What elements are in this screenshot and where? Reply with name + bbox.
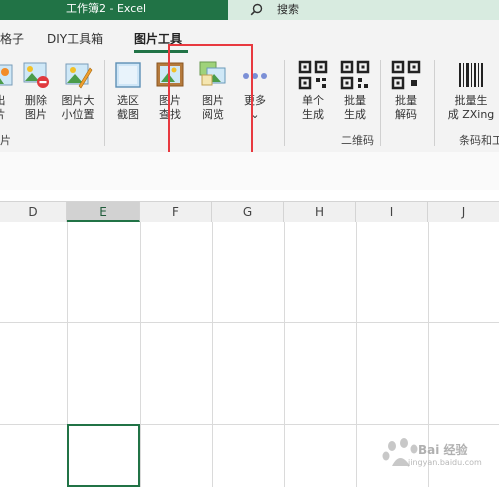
column-header-e[interactable]: E	[67, 202, 140, 222]
group-label-barcode: 条码和工	[459, 134, 499, 147]
highlight-box	[168, 44, 253, 155]
column-header-i[interactable]: I	[356, 202, 428, 222]
watermark-url: jingyan.baidu.com	[408, 458, 482, 467]
picture-resize-icon	[63, 60, 93, 90]
window-title: 工作簿2 - Excel	[66, 2, 147, 15]
gridline	[284, 222, 285, 487]
column-header-g[interactable]: G	[212, 202, 284, 222]
gridline	[140, 222, 141, 487]
barcode-icon	[456, 60, 486, 90]
sheet-top-strip	[0, 190, 499, 201]
tab-gezi[interactable]: 格子	[0, 31, 24, 47]
barcode-batch-generate-button[interactable]: 批量生 成 ZXing	[441, 60, 499, 122]
delete-picture-icon	[21, 60, 51, 90]
column-header-row: D E F G H I J	[0, 201, 499, 223]
column-header-f[interactable]: F	[140, 202, 212, 222]
search-icon[interactable]	[250, 3, 263, 16]
group-label-picture: 片	[0, 134, 11, 147]
qr-batch-generate-button[interactable]: 批量 生成	[333, 60, 377, 122]
selection-screenshot-button[interactable]: 选区 截图	[106, 60, 150, 122]
qr-batch-decode-button[interactable]: 批量 解码	[384, 60, 428, 122]
gridline	[356, 222, 357, 487]
ribbon-separator	[380, 60, 381, 146]
tab-diy-toolbox[interactable]: DIY工具箱	[47, 31, 103, 47]
formula-bar-area	[0, 152, 499, 191]
column-header-j[interactable]: J	[428, 202, 499, 222]
watermark-text: Bai 经验	[418, 443, 468, 457]
picture-size-position-button[interactable]: 图片大 小位置	[56, 60, 100, 122]
column-header-h[interactable]: H	[284, 202, 356, 222]
column-header-d[interactable]: D	[0, 202, 67, 222]
qr-code-icon	[340, 60, 370, 90]
qr-single-generate-button[interactable]: 单个 生成	[291, 60, 335, 122]
qr-decode-icon	[391, 60, 421, 90]
qr-code-icon	[298, 60, 328, 90]
ribbon-separator	[434, 60, 435, 146]
delete-picture-button[interactable]: 删除 图片	[14, 60, 58, 122]
active-cell[interactable]	[67, 424, 140, 487]
ribbon-separator	[104, 60, 105, 146]
gridline	[0, 322, 499, 323]
search-box[interactable]	[228, 0, 499, 20]
picture-icon	[0, 60, 15, 90]
search-label[interactable]: 搜索	[277, 2, 299, 17]
gridline	[212, 222, 213, 487]
screenshot-icon	[113, 60, 143, 90]
ribbon-separator	[284, 60, 285, 146]
group-label-qr-code: 二维码	[341, 134, 374, 147]
title-bar: 工作簿2 - Excel 搜索	[0, 0, 499, 20]
